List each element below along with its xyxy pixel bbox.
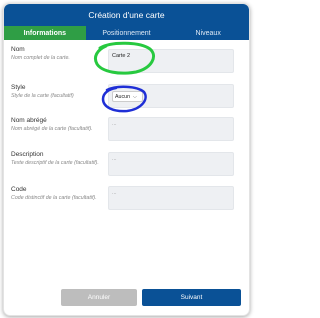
nom-label: Nom (11, 46, 25, 53)
style-select-value: Aucun (115, 93, 131, 100)
tab-informations[interactable]: Informations (4, 26, 86, 40)
tab-niveaux[interactable]: Niveaux (167, 26, 249, 40)
chevron-down-icon: ⌵ (133, 93, 137, 100)
nom-abrege-input[interactable]: ... (108, 117, 234, 141)
description-label: Description (11, 151, 44, 158)
description-input[interactable]: ... (108, 152, 234, 176)
style-label: Style (11, 84, 26, 91)
nom-hint: Nom complet de la carte. (11, 55, 70, 61)
nom-input[interactable]: Carte 2 (108, 49, 234, 73)
create-map-dialog: Création d'une carte Informations Positi… (3, 3, 250, 316)
dialog-title: Création d'une carte (4, 4, 249, 26)
style-field: Aucun ⌵ (108, 84, 234, 108)
description-hint: Texte descriptif de la carte (facultatif… (11, 160, 99, 166)
code-input[interactable]: ... (108, 186, 234, 210)
tab-bar: Informations Positionnement Niveaux (4, 26, 249, 40)
code-label: Code (11, 186, 27, 193)
nom-abrege-label: Nom abrégé (11, 117, 47, 124)
style-select[interactable]: Aucun ⌵ (112, 91, 143, 102)
cancel-button[interactable]: Annuler (61, 289, 137, 306)
nom-abrege-hint: Nom abrégé de la carte (facultatif). (11, 126, 93, 132)
next-button[interactable]: Suivant (142, 289, 241, 306)
code-hint: Code distinctif de la carte (facultatif)… (11, 195, 97, 201)
tab-positionnement[interactable]: Positionnement (86, 26, 168, 40)
style-hint: Style de la carte (facultatif) (11, 93, 74, 99)
